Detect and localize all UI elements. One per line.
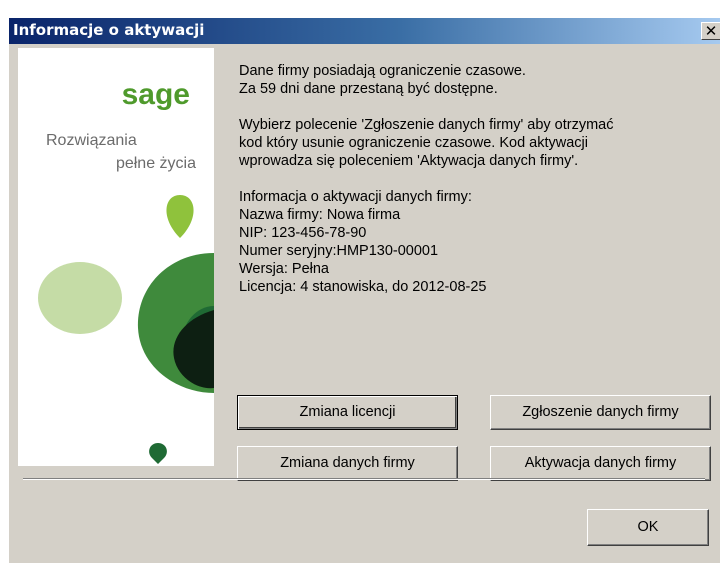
message-panel: Dane firmy posiadają ograniczenie czasow… (239, 62, 694, 296)
version: Wersja: Pełna (239, 261, 329, 277)
close-icon: ✕ (704, 22, 718, 40)
message-line: Wybierz polecenie 'Zgłoszenie danych fir… (239, 117, 614, 133)
activate-company-data-button[interactable]: Aktywacja danych firmy (490, 446, 711, 481)
banner-tagline-line2: pełne życia (116, 155, 196, 172)
small-leaf-icon (149, 443, 167, 464)
message-line: kod który usunie ograniczenie czasowe. K… (239, 135, 588, 151)
nip-number: NIP: 123-456-78-90 (239, 225, 367, 241)
sage-banner: sage Rozwiązania pełne życia (18, 48, 214, 466)
change-license-button[interactable]: Zmiana licencji (237, 395, 458, 430)
separator-line (23, 478, 705, 480)
message-line: wprowadza się poleceniem 'Aktywacja dany… (239, 153, 579, 169)
window-title: Informacje o aktywacji (13, 21, 205, 39)
sage-logo: sage (122, 78, 190, 111)
leaf-drop-icon (166, 195, 194, 238)
company-name: Nazwa firmy: Nowa firma (239, 207, 401, 223)
submit-company-data-button[interactable]: Zgłoszenie danych firmy (490, 395, 711, 430)
change-company-data-button[interactable]: Zmiana danych firmy (237, 446, 458, 481)
message-line: Dane firmy posiadają ograniczenie czasow… (239, 63, 526, 79)
close-button[interactable]: ✕ (701, 22, 720, 40)
time-limit-message: Dane firmy posiadają ograniczenie czasow… (239, 62, 694, 98)
ok-button[interactable]: OK (587, 509, 709, 546)
banner-graphic: sage Rozwiązania pełne życia (38, 78, 214, 464)
info-heading: Informacja o aktywacji danych firmy: (239, 189, 472, 205)
banner-tagline-line1: Rozwiązania (46, 132, 137, 149)
pale-green-blob (38, 262, 122, 334)
serial-number: Numer seryjny:HMP130-00001 (239, 243, 439, 259)
message-line: Za 59 dni dane przestaną być dostępne. (239, 81, 498, 97)
instructions-message: Wybierz polecenie 'Zgłoszenie danych fir… (239, 116, 694, 170)
license-info: Licencja: 4 stanowiska, do 2012-08-25 (239, 279, 487, 295)
title-bar[interactable]: Informacje o aktywacji ✕ (9, 18, 720, 44)
